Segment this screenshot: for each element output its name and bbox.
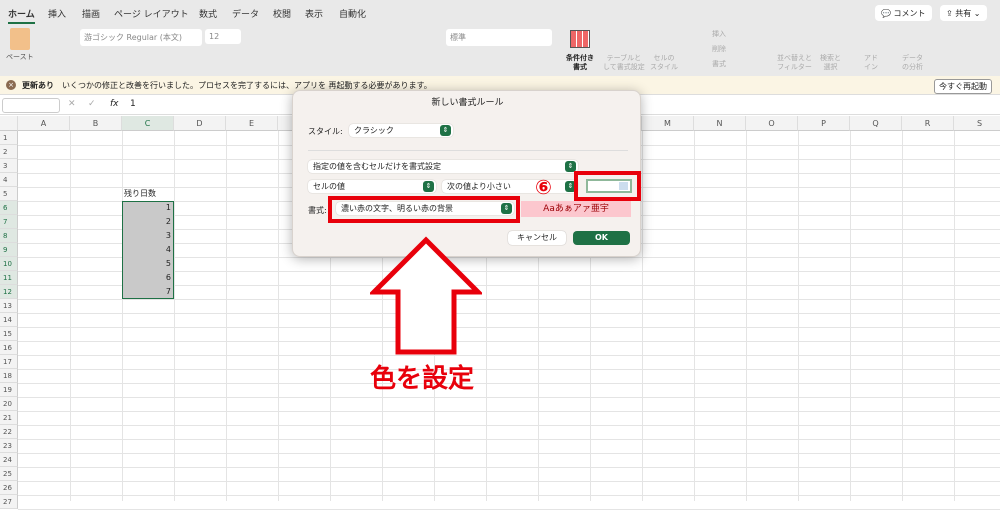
column-header-R[interactable]: R [902,116,954,131]
close-circle-icon[interactable]: × [6,80,16,90]
cell-C5[interactable]: 残り日数 [124,187,156,201]
row-header-14[interactable]: 14 [0,313,18,327]
annotation-caption: 色を設定 [370,364,475,394]
row-header-24[interactable]: 24 [0,453,18,467]
sort-filter-button[interactable]: 並べ替えと フィルター [777,54,812,72]
paste-icon[interactable] [10,28,30,50]
format-button[interactable]: 書式 [712,60,726,69]
row-header-3[interactable]: 3 [0,159,18,173]
find-select-button[interactable]: 検索と 選択 [820,54,841,72]
column-header-C[interactable]: C [122,116,174,131]
name-box[interactable] [2,98,60,113]
style-select[interactable]: クラシック ⇕ [349,124,453,137]
row-header-19[interactable]: 19 [0,383,18,397]
cell-C9[interactable]: 4 [122,243,171,257]
cancel-button[interactable]: キャンセル [508,231,566,245]
cell-C6[interactable]: 1 [122,201,171,215]
restart-button[interactable]: 今すぐ再起動 [934,79,992,94]
check-icon[interactable]: ✓ [88,99,96,109]
cell-style-button[interactable]: セルの スタイル [650,54,678,72]
row-header-12[interactable]: 12 [0,285,18,299]
cell-C8[interactable]: 3 [122,229,171,243]
column-header-M[interactable]: M [642,116,694,131]
tab-3[interactable]: ページ レイアウト [114,7,189,20]
column-header-Q[interactable]: Q [850,116,902,131]
formula-input[interactable]: 1 [130,99,136,109]
row-header-22[interactable]: 22 [0,425,18,439]
cell-C7[interactable]: 2 [122,215,171,229]
tab-6[interactable]: 校閲 [273,7,291,20]
ribbon: ホーム 挿入 描画 ページ レイアウト 数式 データ 校閲 表示 自動化 💬 コメント ⇪ 共有… [0,0,1000,76]
row-header-18[interactable]: 18 [0,369,18,383]
cancel-icon[interactable]: ✕ [68,99,76,109]
annotation-value-box [574,171,641,201]
column-header-P[interactable]: P [798,116,850,131]
column-header-A[interactable]: A [18,116,70,131]
row-header-23[interactable]: 23 [0,439,18,453]
condition-select[interactable]: セルの値 ⇕ [308,180,436,193]
row-header-25[interactable]: 25 [0,467,18,481]
tab-7[interactable]: 表示 [305,7,323,20]
tab-1[interactable]: 挿入 [48,7,66,20]
row-header-7[interactable]: 7 [0,215,18,229]
row-header-21[interactable]: 21 [0,411,18,425]
share-button[interactable]: ⇪ 共有 ⌄ [940,5,987,21]
stepper-icon: ⇕ [440,125,451,136]
tab-0[interactable]: ホーム [8,7,35,24]
row-header-13[interactable]: 13 [0,299,18,313]
format-preview: Aaあぁアァ亜宇 [521,201,631,217]
up-arrow-icon [370,236,482,355]
row-header-27[interactable]: 27 [0,495,18,509]
row-header-11[interactable]: 11 [0,271,18,285]
row-header-5[interactable]: 5 [0,187,18,201]
operator-select[interactable]: 次の値より小さい ⇕ [442,180,578,193]
paste-button[interactable]: ペースト [6,53,34,62]
row-header-20[interactable]: 20 [0,397,18,411]
insert-button[interactable]: 挿入 [712,30,726,39]
tab-4[interactable]: 数式 [199,7,217,20]
conditional-format-icon[interactable] [570,30,590,48]
tab-5[interactable]: データ [232,7,259,20]
row-header-9[interactable]: 9 [0,243,18,257]
conditional-format-button[interactable]: 条件付き 書式 [566,54,594,72]
stepper-icon: ⇕ [423,181,434,192]
column-header-E[interactable]: E [226,116,278,131]
dialog-title: 新しい書式ルール [431,98,504,108]
column-header-O[interactable]: O [746,116,798,131]
fx-icon[interactable]: fx [110,99,119,109]
row-header-16[interactable]: 16 [0,341,18,355]
font-name-select[interactable]: 游ゴシック Regular (本文) [80,29,202,46]
row-header-17[interactable]: 17 [0,355,18,369]
row-header-26[interactable]: 26 [0,481,18,495]
rule-type-select[interactable]: 指定の値を含むセルだけを書式設定 ⇕ [308,160,578,173]
column-header-D[interactable]: D [174,116,226,131]
data-analysis-button[interactable]: データ の分析 [902,54,923,72]
cell-C12[interactable]: 7 [122,285,171,299]
column-header-B[interactable]: B [70,116,122,131]
column-header-N[interactable]: N [694,116,746,131]
row-header-6[interactable]: 6 [0,201,18,215]
delete-button[interactable]: 削除 [712,45,726,54]
column-header-S[interactable]: S [954,116,1000,131]
row-header-10[interactable]: 10 [0,257,18,271]
font-size-select[interactable]: 12 [205,29,241,44]
row-header-1[interactable]: 1 [0,131,18,145]
ok-button[interactable]: OK [573,231,630,245]
row-header-8[interactable]: 8 [0,229,18,243]
row-header-2[interactable]: 2 [0,145,18,159]
number-format-select[interactable]: 標準 [446,29,552,46]
cell-C10[interactable]: 5 [122,257,171,271]
row-header-15[interactable]: 15 [0,327,18,341]
table-format-button[interactable]: テーブルと して書式設定 [603,54,645,72]
tab-8[interactable]: 自動化 [339,7,366,20]
addin-button[interactable]: アド イン [864,54,878,72]
tab-2[interactable]: 描画 [82,7,100,20]
comment-button[interactable]: 💬 コメント [875,5,932,21]
step-number: ⑥ [535,175,552,199]
annotation-format-box [328,196,520,223]
row-header-4[interactable]: 4 [0,173,18,187]
cell-C11[interactable]: 6 [122,271,171,285]
